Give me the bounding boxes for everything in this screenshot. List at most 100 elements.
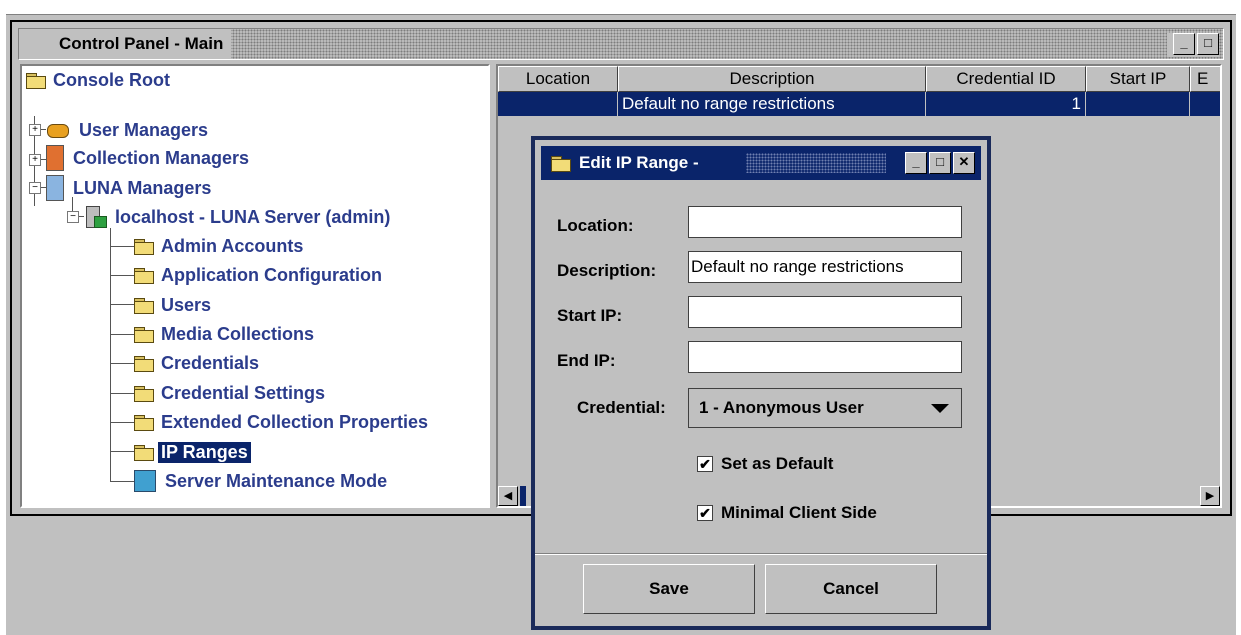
window-controls: _ □ <box>1167 33 1219 57</box>
tree-node-credentials[interactable]: Credentials <box>134 349 262 377</box>
collapse-icon[interactable]: − <box>67 211 79 223</box>
credential-select[interactable]: 1 - Anonymous User <box>688 388 962 428</box>
tree-node-credential-settings[interactable]: Credential Settings <box>134 379 328 407</box>
tree-node-luna-managers[interactable]: LUNA Managers <box>46 174 214 202</box>
maximize-button[interactable]: □ <box>1197 33 1219 55</box>
folder-icon <box>134 326 154 343</box>
folder-icon <box>134 267 154 284</box>
tree-node-localhost-server[interactable]: localhost - LUNA Server (admin) <box>84 203 393 231</box>
server-icon <box>84 206 107 228</box>
users-icon <box>46 120 70 140</box>
tree-node-label: Collection Managers <box>73 147 250 168</box>
tree-node-label: Credential Settings <box>161 382 326 403</box>
folder-icon <box>134 414 154 431</box>
tree-node-media-collections[interactable]: Media Collections <box>134 320 317 348</box>
scroll-right-icon[interactable]: ▶ <box>1200 486 1220 506</box>
tree-node-label: Admin Accounts <box>161 235 304 256</box>
checkmark-icon[interactable]: ✔ <box>697 456 713 472</box>
minimize-button[interactable]: _ <box>1173 33 1195 55</box>
set-as-default-checkbox[interactable]: ✔ Set as Default <box>697 454 833 474</box>
tree-node-collection-managers[interactable]: Collection Managers <box>46 144 252 172</box>
folder-icon <box>26 72 46 89</box>
folder-icon <box>134 297 154 314</box>
tree-line <box>110 304 134 305</box>
tree-line <box>110 246 134 247</box>
scroll-thumb[interactable] <box>520 486 526 506</box>
table-header: Location Description Credential ID Start… <box>498 66 1220 92</box>
tree-node-server-maintenance-mode[interactable]: Server Maintenance Mode <box>134 467 390 495</box>
tree-node-ip-ranges[interactable]: IP Ranges <box>134 438 251 466</box>
maintenance-icon <box>134 470 156 492</box>
location-label: Location: <box>557 216 634 235</box>
console-tree[interactable]: + + − − Console Root User Managers Colle… <box>20 64 490 508</box>
folder-icon <box>134 355 154 372</box>
tree-node-admin-accounts[interactable]: Admin Accounts <box>134 232 306 260</box>
table-row[interactable]: Default no range restrictions 1 <box>498 92 1220 116</box>
save-button[interactable]: Save <box>583 564 755 614</box>
folder-icon <box>551 155 571 172</box>
screen: Control Panel - Main _ □ + + − − Console… <box>0 0 1241 635</box>
window-title: Control Panel - Main <box>19 29 232 59</box>
tree-line <box>110 334 134 335</box>
tree-line <box>110 275 134 276</box>
credential-label: Credential: <box>577 398 666 417</box>
edit-ip-range-dialog: Edit IP Range - _ □ ✕ Location: Descript… <box>531 136 991 630</box>
tree-node-label: Credentials <box>161 352 260 373</box>
tree-node-application-configuration[interactable]: Application Configuration <box>134 261 385 289</box>
main-title-bar[interactable]: Control Panel - Main _ □ <box>18 28 1224 60</box>
minimize-button[interactable]: _ <box>905 152 927 174</box>
folder-icon <box>134 444 154 461</box>
tree-line <box>110 228 111 481</box>
tree-line <box>110 363 134 364</box>
dialog-title-group: Edit IP Range - <box>551 146 699 180</box>
folder-icon <box>134 238 154 255</box>
column-header-start-ip[interactable]: Start IP <box>1086 66 1190 92</box>
description-field[interactable]: Default no range restrictions <box>688 251 962 283</box>
close-button[interactable]: ✕ <box>953 152 975 174</box>
tree-node-extended-collection-properties[interactable]: Extended Collection Properties <box>134 408 431 436</box>
folder-icon <box>134 385 154 402</box>
title-pattern <box>746 153 886 173</box>
tree-line <box>110 393 134 394</box>
cell-end-ip <box>1190 92 1220 116</box>
tree-line <box>110 422 134 423</box>
collection-manager-icon <box>46 145 64 171</box>
cancel-button[interactable]: Cancel <box>765 564 937 614</box>
description-label: Description: <box>557 261 657 280</box>
tree-node-user-managers[interactable]: User Managers <box>46 116 211 144</box>
tree-line <box>110 451 134 452</box>
minimal-client-side-checkbox[interactable]: ✔ Minimal Client Side <box>697 503 877 523</box>
column-header-end-ip[interactable]: E <box>1190 66 1220 92</box>
collapse-icon[interactable]: − <box>29 182 41 194</box>
location-field[interactable] <box>688 206 962 238</box>
column-header-description[interactable]: Description <box>618 66 926 92</box>
tree-node-label: Console Root <box>53 69 170 90</box>
expand-icon[interactable]: + <box>29 154 41 166</box>
cell-location <box>498 92 618 116</box>
scroll-left-icon[interactable]: ◀ <box>498 486 518 506</box>
checkmark-icon[interactable]: ✔ <box>697 505 713 521</box>
tree-node-label: IP Ranges <box>158 441 251 463</box>
set-as-default-label: Set as Default <box>721 454 834 473</box>
tree-node-label: Application Configuration <box>161 264 382 285</box>
tree-node-users[interactable]: Users <box>134 291 214 319</box>
end-ip-label: End IP: <box>557 351 616 370</box>
tree-node-label: localhost - LUNA Server (admin) <box>115 206 391 227</box>
expand-icon[interactable]: + <box>29 124 41 136</box>
column-header-credential-id[interactable]: Credential ID <box>926 66 1086 92</box>
cell-description: Default no range restrictions <box>618 92 926 116</box>
chevron-down-icon[interactable] <box>931 404 949 413</box>
minimal-client-side-label: Minimal Client Side <box>721 503 877 522</box>
start-ip-field[interactable] <box>688 296 962 328</box>
tree-node-label: Users <box>161 294 212 315</box>
maximize-button[interactable]: □ <box>929 152 951 174</box>
tree-node-label: LUNA Managers <box>73 177 212 198</box>
dialog-title-bar[interactable]: Edit IP Range - _ □ ✕ <box>541 146 981 180</box>
tree-node-console-root[interactable]: Console Root <box>26 66 173 94</box>
tree-node-label: Media Collections <box>161 323 315 344</box>
tree-line <box>110 481 134 482</box>
column-header-location[interactable]: Location <box>498 66 618 92</box>
luna-manager-icon <box>46 175 64 201</box>
end-ip-field[interactable] <box>688 341 962 373</box>
cell-credential-id: 1 <box>926 92 1086 116</box>
